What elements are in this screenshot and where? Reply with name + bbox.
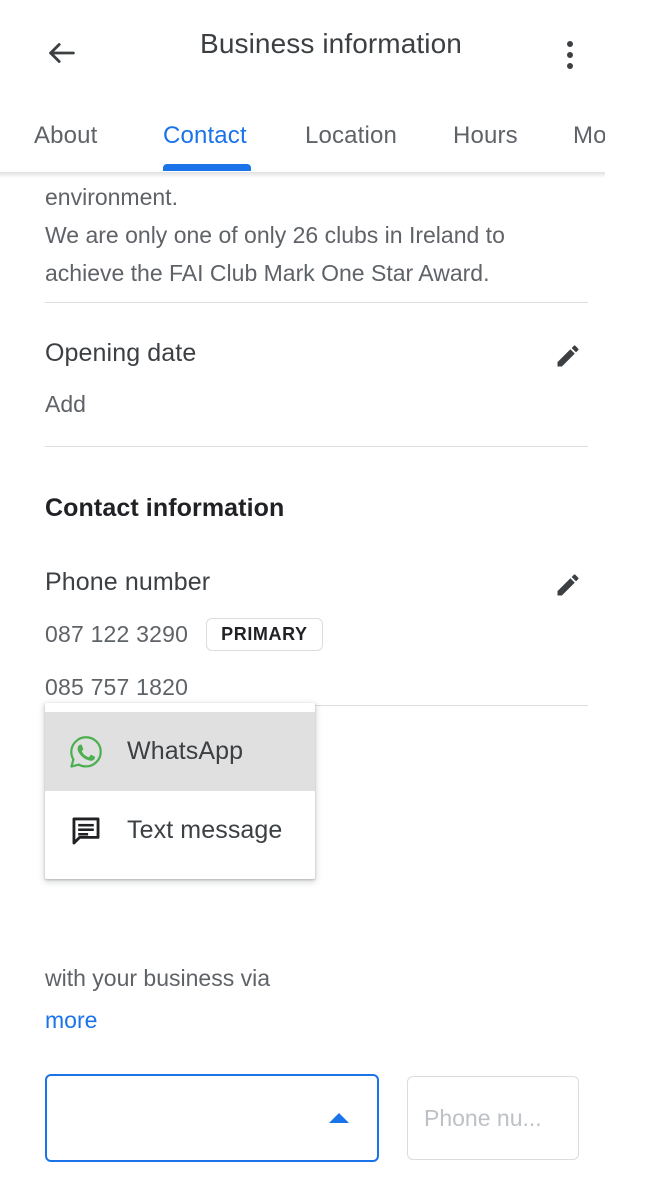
business-information-screen: Business information About Contact Locat… bbox=[0, 0, 662, 1194]
phone-secondary-row: 085 757 1820 bbox=[45, 674, 188, 701]
tab-hours[interactable]: Hours bbox=[453, 100, 518, 172]
content-scroll-area[interactable]: environment. We are only one of only 26 … bbox=[0, 178, 662, 1194]
chat-provider-dropdown-menu: WhatsApp Text message bbox=[45, 703, 315, 879]
chat-phone-input[interactable] bbox=[407, 1076, 579, 1160]
whatsapp-icon bbox=[67, 733, 105, 771]
pencil-icon bbox=[554, 342, 582, 375]
divider-description bbox=[45, 302, 588, 303]
chat-helper-line-2: more bbox=[45, 999, 590, 1041]
more-vert-icon-dot bbox=[567, 41, 573, 47]
phone-number-label: Phone number bbox=[45, 568, 211, 596]
chat-helper-text: with your business via more bbox=[45, 957, 590, 1041]
chat-bubble-icon bbox=[67, 812, 105, 850]
tab-more[interactable]: Mo bbox=[573, 100, 605, 172]
business-description: environment. We are only one of only 26 … bbox=[45, 178, 585, 292]
tab-about[interactable]: About bbox=[34, 100, 97, 172]
chat-helper-line-1: with your business via bbox=[45, 965, 270, 991]
phone-number-secondary: 085 757 1820 bbox=[45, 674, 189, 700]
more-vert-icon-dot bbox=[567, 52, 573, 58]
opening-date-label: Opening date bbox=[45, 339, 197, 367]
more-vert-icon-dot bbox=[567, 63, 573, 69]
dropdown-item-label: WhatsApp bbox=[127, 737, 244, 765]
contact-information-heading: Contact information bbox=[45, 494, 285, 522]
chevron-up-icon bbox=[329, 1113, 349, 1123]
divider-opening-date bbox=[45, 446, 588, 447]
pencil-icon bbox=[554, 571, 582, 604]
phone-primary-row: 087 122 3290 PRIMARY bbox=[45, 618, 323, 651]
active-tab-indicator bbox=[163, 164, 251, 171]
learn-more-link[interactable]: more bbox=[45, 1007, 97, 1033]
app-bar: Business information bbox=[0, 0, 662, 96]
opening-date-value[interactable]: Add bbox=[45, 391, 86, 418]
overflow-menu-button[interactable] bbox=[550, 26, 590, 84]
opening-date-edit-button[interactable] bbox=[546, 336, 590, 380]
phone-number-primary: 087 122 3290 bbox=[45, 621, 189, 647]
tab-bar: About Contact Location Hours Mo bbox=[0, 100, 605, 172]
primary-badge: PRIMARY bbox=[206, 618, 323, 651]
dropdown-item-label: Text message bbox=[127, 816, 283, 844]
description-line-1: environment. bbox=[45, 184, 178, 210]
tab-contact[interactable]: Contact bbox=[163, 100, 247, 172]
description-line-2: We are only one of only 26 clubs in Irel… bbox=[45, 222, 505, 248]
tab-location[interactable]: Location bbox=[305, 100, 397, 172]
chat-provider-select[interactable] bbox=[45, 1074, 379, 1162]
dropdown-item-whatsapp[interactable]: WhatsApp bbox=[45, 712, 315, 791]
dropdown-item-text-message[interactable]: Text message bbox=[45, 791, 315, 870]
phone-number-edit-button[interactable] bbox=[546, 565, 590, 609]
description-line-3: achieve the FAI Club Mark One Star Award… bbox=[45, 260, 490, 286]
